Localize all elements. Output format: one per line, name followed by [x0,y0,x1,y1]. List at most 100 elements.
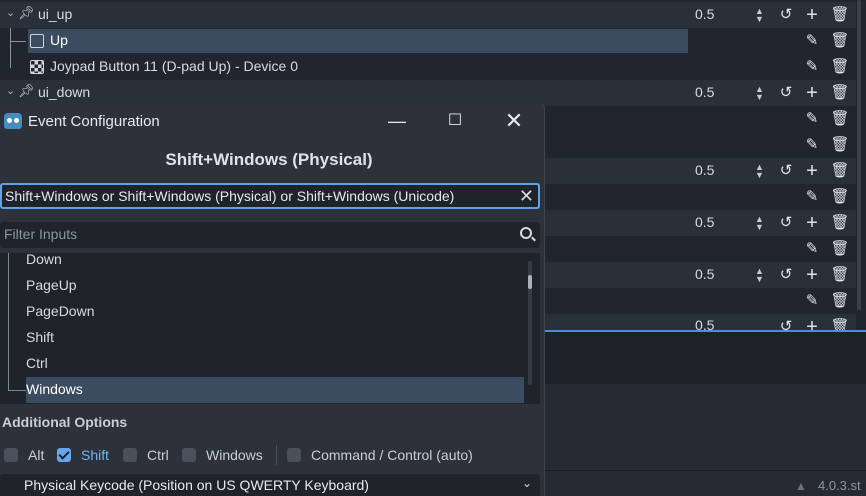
revert-icon[interactable]: ↺ [776,265,796,285]
action-icon: 📌︎ [18,83,35,98]
dialog-title: Event Configuration [28,113,160,130]
trash-icon[interactable]: 🗑︎ [830,161,850,181]
tree-item[interactable]: PageDown [26,299,524,325]
checkbox-checked-icon[interactable] [57,448,71,462]
tree-guide [8,253,9,391]
revert-icon[interactable]: ↺ [776,161,796,181]
listen-input[interactable]: Shift+Windows or Shift+Windows (Physical… [0,183,540,209]
event-row-up[interactable]: Up ✎ 🗑︎ [0,28,856,54]
event-row-joypad[interactable]: Joypad Button 11 (D-pad Up) - Device 0 ✎… [0,54,856,80]
version-label: 4.0.3.st [818,478,861,493]
edit-icon[interactable]: ✎ [802,135,822,155]
shift-checkbox[interactable]: Shift [57,444,109,466]
maximize-icon[interactable]: ☐ [443,109,467,133]
checkbox-icon[interactable] [4,448,18,462]
deadzone-value[interactable]: 0.5 [695,266,714,282]
trash-icon[interactable]: 🗑︎ [830,291,850,311]
trash-icon[interactable]: 🗑︎ [830,83,850,103]
command-control-checkbox[interactable]: Command / Control (auto) [287,444,473,466]
action-row-ui-up[interactable]: ⌄ 📌︎ ui_up 0.5 ▲ ▼ ↺ + 🗑︎ [0,2,856,28]
revert-icon[interactable]: ↺ [776,83,796,103]
option-label: Ctrl [147,447,169,463]
tree-branch [8,378,26,391]
add-icon[interactable]: + [802,161,822,181]
search-icon [520,227,532,239]
trash-icon[interactable]: 🗑︎ [830,239,850,259]
checkbox-icon[interactable] [123,448,137,462]
deadzone-value[interactable]: 0.5 [695,6,714,22]
edit-icon[interactable]: ✎ [802,109,822,129]
additional-options-label: Additional Options [2,414,128,430]
chevron-down-icon: ⌄ [521,476,532,490]
tree-item-selected[interactable]: Windows [26,377,524,403]
add-icon[interactable]: + [802,213,822,233]
scrollbar[interactable] [857,0,861,310]
edit-icon[interactable]: ✎ [802,239,822,259]
collapse-arrow-icon[interactable]: ⌄ [6,84,15,97]
edit-icon[interactable]: ✎ [802,187,822,207]
keycode-mode-select[interactable]: Physical Keycode (Position on US QWERTY … [0,474,540,496]
add-icon[interactable]: + [802,83,822,103]
revert-icon[interactable]: ↺ [776,5,796,25]
trash-icon[interactable]: 🗑︎ [830,135,850,155]
ctrl-checkbox[interactable]: Ctrl [123,444,169,466]
tree-item[interactable]: Ctrl [26,351,524,377]
title-bar[interactable]: Event Configuration — ☐ ✕ [0,103,544,140]
action-name: ui_up [38,6,73,22]
alt-checkbox[interactable]: Alt [4,444,44,466]
options-divider [276,445,277,465]
trash-icon[interactable]: 🗑︎ [830,31,850,51]
tree-item[interactable]: PageUp [26,273,524,299]
revert-icon[interactable]: ↺ [776,213,796,233]
option-label: Alt [28,447,45,463]
option-label: Command / Control (auto) [311,447,473,463]
option-label: Windows [206,447,263,463]
add-icon[interactable]: + [802,265,822,285]
trash-icon[interactable]: 🗑︎ [830,109,850,129]
spin-arrows-icon[interactable]: ▲ ▼ [755,163,764,180]
edit-icon[interactable]: ✎ [802,291,822,311]
edit-icon[interactable]: ✎ [802,57,822,77]
tree-item[interactable]: Down [26,253,524,273]
deadzone-value[interactable]: 0.5 [695,317,714,330]
windows-checkbox[interactable]: Windows [182,444,263,466]
add-icon[interactable]: + [802,317,822,330]
trash-icon[interactable]: 🗑︎ [830,187,850,207]
checkbox-icon[interactable] [182,448,196,462]
update-icon: ▲ [795,479,807,493]
edit-icon[interactable]: ✎ [802,31,822,51]
minimize-icon[interactable]: — [385,109,409,133]
event-configuration-dialog: Event Configuration — ☐ ✕ Shift+Windows … [0,103,545,496]
spin-arrows-icon[interactable]: ▲ ▼ [755,7,764,24]
deadzone-value[interactable]: 0.5 [695,162,714,178]
spin-arrows-icon[interactable]: ▲ ▼ [755,85,764,102]
trash-icon[interactable]: 🗑︎ [830,317,850,330]
filter-inputs-field[interactable] [4,226,504,242]
trash-icon[interactable]: 🗑︎ [830,57,850,77]
action-icon: 📌︎ [18,5,35,20]
close-icon[interactable]: ✕ [502,109,526,133]
trash-icon[interactable]: 🗑︎ [830,213,850,233]
spin-arrows-icon[interactable]: ▲ ▼ [755,215,764,232]
deadzone-value[interactable]: 0.5 [695,84,714,100]
listen-text: Shift+Windows or Shift+Windows (Physical… [5,188,455,204]
add-icon[interactable]: + [802,5,822,25]
action-name: ui_down [38,84,91,100]
clear-icon[interactable]: ✕ [519,185,534,207]
tree-item[interactable]: Shift [26,325,524,351]
tree-scroll-thumb[interactable] [528,275,532,289]
godot-icon [4,113,22,129]
filter-box[interactable] [0,222,540,248]
collapse-arrow-icon[interactable]: ⌄ [6,6,15,19]
trash-icon[interactable]: 🗑︎ [830,265,850,285]
spin-arrows-icon[interactable]: ▲ ▼ [755,267,764,284]
event-label: Up [50,32,68,48]
checkbox-icon[interactable] [287,448,301,462]
keycode-mode-value: Physical Keycode (Position on US QWERTY … [24,477,369,493]
option-label: Shift [81,447,110,463]
input-tree[interactable]: Down PageUp PageDown Shift Ctrl Windows [0,253,540,404]
deadzone-value[interactable]: 0.5 [695,214,714,230]
modifier-options: Alt Shift Ctrl Windows Command / Control… [0,444,544,466]
revert-icon[interactable]: ↺ [776,317,796,330]
trash-icon[interactable]: 🗑︎ [830,5,850,25]
